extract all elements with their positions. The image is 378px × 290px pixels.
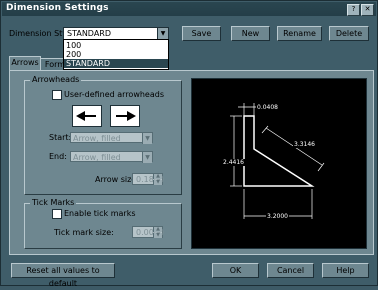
start-arrow-select[interactable]: Arrow, filled ▼ [70, 132, 153, 144]
arrow-left-icon [76, 111, 96, 121]
start-label: Start: [49, 133, 72, 142]
enable-tick-marks-label: Enable tick marks [64, 209, 136, 218]
dimension-style-dropdown: 100 200 STANDARD [63, 39, 169, 70]
spin-down-icon[interactable]: ▼ [153, 180, 162, 185]
delete-button[interactable]: Delete [329, 26, 369, 41]
end-arrow-preview[interactable] [110, 105, 140, 127]
dimension-settings-window: Dimension Settings ? ✕ Dimension Style: … [0, 0, 378, 288]
end-label: End: [49, 152, 67, 161]
dim-bottom: 3.2000 [266, 213, 289, 220]
save-button[interactable]: Save [182, 26, 221, 41]
preview-shape [243, 115, 315, 187]
arrow-size-input[interactable]: 0.1800 ▲ ▼ [132, 173, 164, 185]
start-arrow-value: Arrow, filled [73, 134, 121, 143]
end-arrow-select[interactable]: Arrow, filled ▼ [70, 151, 153, 163]
preview-drawing [230, 103, 325, 219]
chevron-down-icon[interactable]: ▼ [142, 133, 152, 144]
arrow-right-icon [116, 111, 136, 121]
ok-button[interactable]: OK [212, 263, 259, 278]
dimension-preview: 0.0408 2.4416 3.3146 3.2000 [191, 78, 367, 249]
chevron-down-icon[interactable]: ▼ [142, 152, 152, 163]
tick-mark-size-label: Tick mark size: [54, 228, 114, 237]
dropdown-option[interactable]: 100 [64, 41, 168, 50]
help-button[interactable]: Help [322, 263, 369, 278]
enable-tick-marks-checkbox[interactable] [52, 209, 62, 219]
dim-top: 0.0408 [256, 104, 279, 111]
end-arrow-value: Arrow, filled [73, 153, 121, 162]
user-defined-label: User-defined arrowheads [64, 90, 165, 99]
spin-down-icon[interactable]: ▼ [153, 233, 162, 238]
title-bar: Dimension Settings ? ✕ [2, 2, 376, 16]
tab-arrows[interactable]: Arrows [9, 56, 41, 71]
tick-mark-size-input[interactable]: 0.0000 ▲ ▼ [132, 226, 164, 238]
dropdown-option-selected[interactable]: STANDARD [64, 59, 168, 68]
arrowheads-group-title: Arrowheads [30, 75, 82, 84]
help-title-button[interactable]: ? [347, 4, 360, 16]
dim-diagonal: 3.3146 [293, 141, 316, 148]
cancel-button[interactable]: Cancel [267, 263, 314, 278]
user-defined-checkbox[interactable] [52, 90, 62, 100]
tick-marks-group-title: Tick Marks [30, 198, 77, 207]
window-title: Dimension Settings [6, 3, 109, 13]
new-button[interactable]: New [231, 26, 270, 41]
dropdown-option[interactable]: 200 [64, 50, 168, 59]
rename-button[interactable]: Rename [277, 26, 322, 41]
dim-left: 2.4416 [222, 159, 245, 166]
reset-defaults-button[interactable]: Reset all values to default [11, 263, 115, 288]
close-button[interactable]: ✕ [361, 4, 374, 16]
start-arrow-preview[interactable] [72, 105, 102, 127]
